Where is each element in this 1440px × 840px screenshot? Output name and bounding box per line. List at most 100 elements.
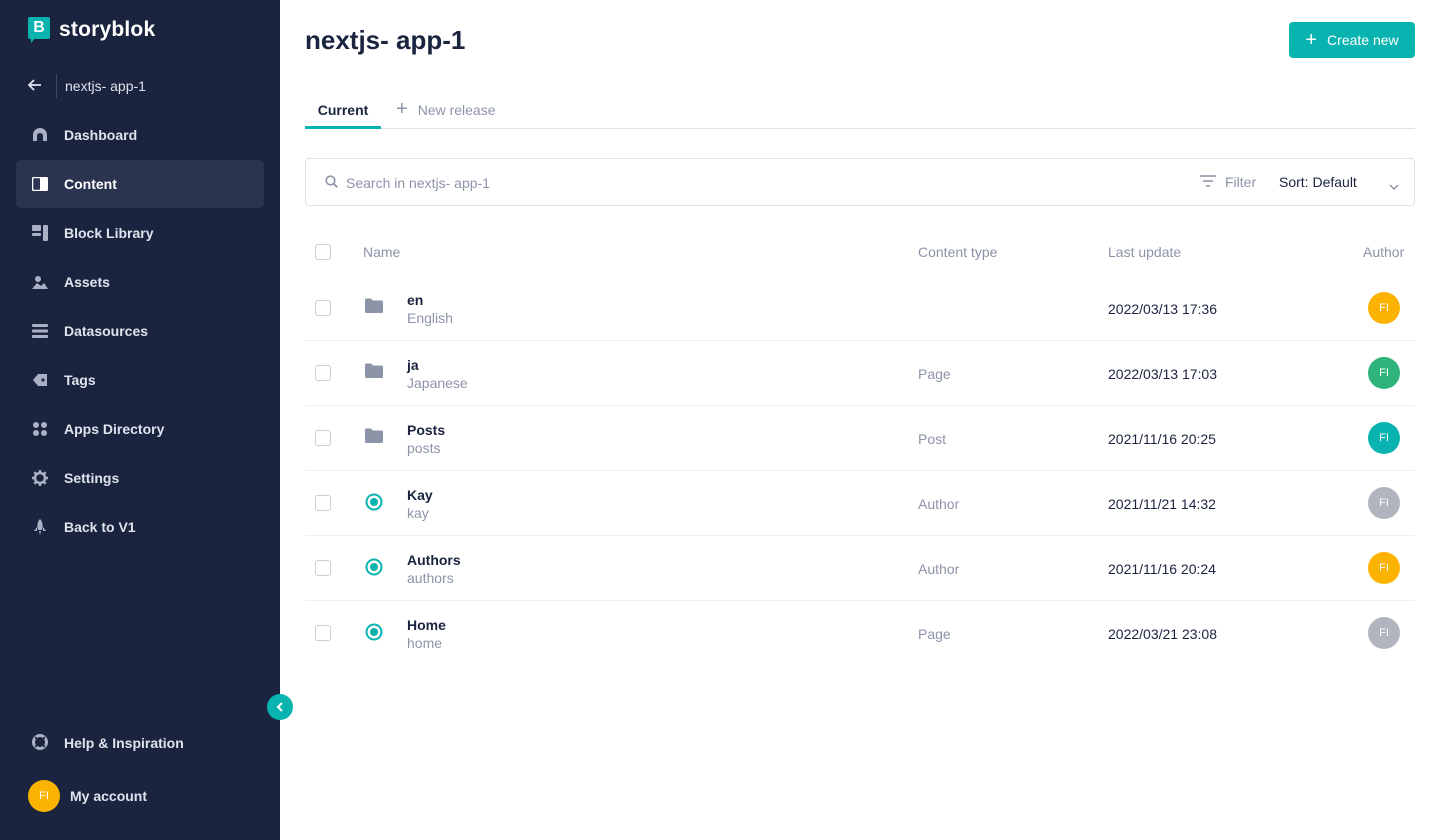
sidebar-item-datasources[interactable]: Datasources	[16, 307, 264, 355]
plus-icon: +	[1305, 29, 1318, 51]
create-new-label: Create new	[1327, 32, 1399, 48]
filter-label: Filter	[1225, 174, 1257, 190]
back-to-spaces-link[interactable]: nextjs- app-1	[27, 74, 146, 98]
sidebar-item-tags[interactable]: Tags	[16, 356, 264, 404]
table-row[interactable]: en English 2022/03/13 17:36 FI	[305, 276, 1415, 341]
apps-icon	[32, 421, 48, 437]
help-inspiration-link[interactable]: Help & Inspiration	[32, 731, 184, 755]
main-content: nextjs- app-1 + Create new Current + New…	[280, 0, 1440, 840]
table-row[interactable]: Posts posts Post 2021/11/16 20:25 FI	[305, 406, 1415, 471]
tab-new-release[interactable]: + New release	[396, 93, 496, 129]
column-author[interactable]: Author	[1363, 244, 1404, 260]
row-name[interactable]: Authors	[407, 552, 461, 568]
storyblok-logo-icon: B	[28, 17, 50, 43]
table-header: Name Content type Last update Author	[305, 228, 1415, 276]
block-library-icon	[32, 225, 48, 241]
avatar: FI	[1368, 422, 1400, 454]
row-content-type: Page	[918, 366, 951, 382]
row-content-type: Author	[918, 496, 960, 512]
sidebar-item-label: Block Library	[64, 225, 154, 241]
story-icon	[365, 558, 385, 578]
row-last-update: 2022/03/13 17:36	[1108, 301, 1217, 317]
row-last-update: 2021/11/21 14:32	[1108, 496, 1216, 512]
row-content-type: Page	[918, 626, 951, 642]
divider	[56, 74, 57, 98]
datasources-icon	[32, 323, 48, 339]
filter-icon	[1200, 174, 1216, 190]
sidebar-item-assets[interactable]: Assets	[16, 258, 264, 306]
content-icon	[32, 176, 48, 192]
page-title: nextjs- app-1	[305, 25, 466, 55]
row-last-update: 2021/11/16 20:25	[1108, 431, 1216, 447]
dashboard-icon	[32, 127, 48, 143]
row-checkbox[interactable]	[315, 560, 331, 576]
sidebar-item-dashboard[interactable]: Dashboard	[16, 111, 264, 159]
tab-new-release-label: New release	[417, 102, 496, 118]
chevron-left-icon	[276, 702, 283, 712]
sidebar-item-block-library[interactable]: Block Library	[16, 209, 264, 257]
row-name[interactable]: ja	[407, 357, 419, 373]
row-checkbox[interactable]	[315, 495, 331, 511]
search-input[interactable]	[346, 171, 1146, 195]
row-checkbox[interactable]	[315, 300, 331, 316]
tab-current[interactable]: Current	[305, 93, 381, 129]
sidebar-item-apps-directory[interactable]: Apps Directory	[16, 405, 264, 453]
row-content-type: Post	[918, 431, 947, 447]
avatar: FI	[1368, 552, 1400, 584]
brand-name: storyblok	[59, 18, 156, 41]
avatar: FI	[1368, 487, 1400, 519]
sidebar-item-back-to-v1[interactable]: Back to V1	[16, 503, 264, 551]
table-row[interactable]: Authors authors Author 2021/11/16 20:24 FI	[305, 536, 1415, 601]
select-all-checkbox[interactable]	[315, 244, 331, 260]
sidebar-item-label: Back to V1	[64, 519, 136, 535]
sidebar-nav: Dashboard Content Block Library Assets D…	[16, 111, 264, 552]
column-content-type[interactable]: Content type	[918, 244, 997, 260]
arrow-left-icon	[27, 78, 56, 95]
sidebar-item-label: Settings	[64, 470, 120, 486]
help-label: Help & Inspiration	[64, 735, 184, 751]
search-bar: Filter Sort: Default	[305, 158, 1415, 206]
avatar: FI	[28, 780, 60, 812]
row-checkbox[interactable]	[315, 625, 331, 641]
table-body: en English 2022/03/13 17:36 FI ja Japanese Pag…	[305, 276, 1415, 666]
sidebar-item-label: Datasources	[64, 323, 149, 339]
search-icon	[325, 175, 338, 193]
my-account-link[interactable]: FI My account	[28, 780, 147, 812]
storyblok-logo[interactable]: B storyblok	[28, 17, 155, 43]
row-name[interactable]: en	[407, 292, 423, 308]
row-last-update: 2022/03/13 17:03	[1108, 366, 1217, 382]
filter-button[interactable]: Filter	[1200, 174, 1256, 190]
plus-icon: +	[396, 98, 408, 120]
folder-icon	[365, 428, 385, 448]
folder-icon	[365, 363, 385, 383]
row-name[interactable]: Posts	[407, 422, 445, 438]
story-icon	[365, 493, 385, 513]
row-checkbox[interactable]	[315, 365, 331, 381]
content-table: Name Content type Last update Author en E…	[305, 228, 1415, 666]
create-new-button[interactable]: + Create new	[1289, 22, 1415, 58]
row-name[interactable]: Home	[407, 617, 446, 633]
row-name[interactable]: Kay	[407, 487, 433, 503]
sidebar-item-label: Tags	[64, 372, 96, 388]
chevron-down-icon[interactable]	[1389, 177, 1399, 195]
column-name[interactable]: Name	[363, 244, 400, 260]
avatar: FI	[1368, 617, 1400, 649]
table-row[interactable]: Home home Page 2022/03/21 23:08 FI	[305, 601, 1415, 666]
collapse-sidebar-button[interactable]	[267, 694, 293, 720]
lifebuoy-icon	[32, 733, 48, 753]
row-slug: English	[407, 310, 453, 326]
tab-current-label: Current	[317, 102, 369, 118]
table-row[interactable]: Kay kay Author 2021/11/21 14:32 FI	[305, 471, 1415, 536]
folder-icon	[365, 298, 385, 318]
release-tabs: Current + New release	[305, 93, 1415, 129]
sidebar-item-content[interactable]: Content	[16, 160, 264, 208]
table-row[interactable]: ja Japanese Page 2022/03/13 17:03 FI	[305, 341, 1415, 406]
sidebar-item-label: Dashboard	[64, 127, 138, 143]
row-slug: Japanese	[407, 375, 468, 391]
row-checkbox[interactable]	[315, 430, 331, 446]
row-last-update: 2021/11/16 20:24	[1108, 561, 1216, 577]
sidebar-item-settings[interactable]: Settings	[16, 454, 264, 502]
sort-select[interactable]: Sort: Default	[1279, 174, 1357, 190]
avatar: FI	[1368, 357, 1400, 389]
column-last-update[interactable]: Last update	[1108, 244, 1181, 260]
